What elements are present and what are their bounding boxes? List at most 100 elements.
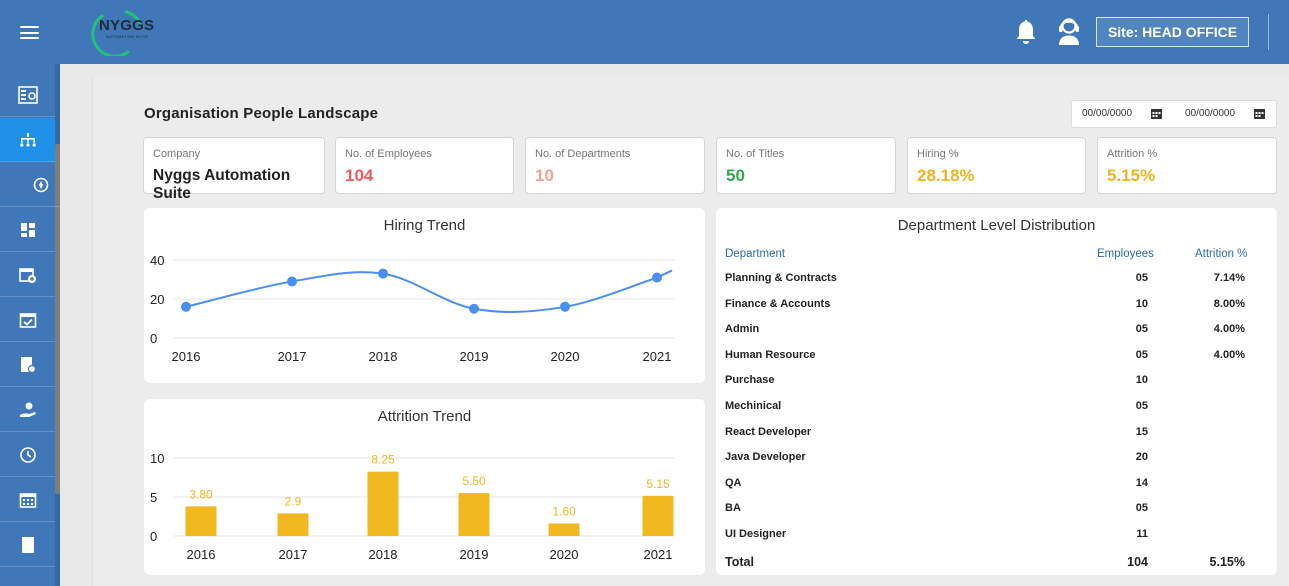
- kpi-label: No. of Departments: [535, 148, 631, 160]
- page-title: Organisation People Landscape: [144, 105, 379, 122]
- y-tick-label: 0: [150, 331, 157, 346]
- document-badge-icon: [20, 356, 36, 373]
- table-row: BA 05: [725, 502, 1255, 522]
- kpi-departments: No. of Departments 10: [525, 137, 705, 194]
- data-point: [287, 276, 297, 287]
- department-name: Admin: [725, 323, 760, 336]
- total-attrition: 5.15%: [1209, 554, 1245, 569]
- table-row: React Developer 15: [725, 426, 1255, 446]
- employee-count: 05: [1135, 400, 1148, 412]
- attrition-trend-chart: 0 5 10 2016 2017 2018 2019 2020 2021 3.80 2.9 8.25 5…: [150, 451, 674, 562]
- table-total-row: Total 104 5.15%: [725, 555, 1255, 575]
- site-selector-button[interactable]: Site: HEAD OFFICE: [1096, 17, 1249, 47]
- menu-icon[interactable]: [20, 26, 39, 39]
- x-tick-label: 2017: [279, 547, 308, 562]
- timer-icon: [19, 446, 36, 463]
- kpi-label: Attrition %: [1107, 148, 1158, 160]
- kpi-label: No. of Titles: [726, 148, 785, 160]
- sidebar-item-explore[interactable]: [0, 163, 60, 207]
- panel-title: Department Level Distribution: [897, 217, 1096, 234]
- brand-tagline: AUTOMATION SUITE: [106, 34, 149, 39]
- kpi-value: Nyggs Automation Suite: [153, 167, 291, 202]
- data-label: 8.25: [371, 453, 395, 467]
- data-point: [181, 301, 191, 312]
- attrition-percent: 4.00%: [1213, 323, 1245, 336]
- kpi-label: Hiring %: [917, 148, 959, 160]
- calendar-icon[interactable]: [1254, 109, 1265, 119]
- sidebar-item-people[interactable]: [0, 388, 55, 432]
- bell-icon[interactable]: [1014, 18, 1038, 46]
- data-point: [378, 268, 388, 279]
- kpi-company: Company Nyggs Automation Suite: [143, 137, 325, 202]
- x-tick-label: 2020: [551, 349, 580, 364]
- department-name: Finance & Accounts: [725, 297, 831, 310]
- sidebar-item-dashboard[interactable]: [0, 73, 55, 117]
- header-divider: [1268, 14, 1269, 50]
- total-employees: 104: [1127, 554, 1148, 569]
- table-row: Planning & Contracts 05 7.14%: [725, 272, 1255, 292]
- table-row: QA 14: [725, 477, 1255, 497]
- date-from-input[interactable]: 00/00/0000: [1082, 101, 1132, 127]
- department-name: Purchase: [725, 374, 775, 387]
- column-header-attrition: Attrition %: [1195, 248, 1248, 260]
- department-name: QA: [725, 476, 742, 489]
- data-point: [560, 301, 570, 312]
- sidebar-item-attendance[interactable]: [0, 298, 55, 342]
- support-agent-icon[interactable]: [1055, 16, 1083, 46]
- department-name: UI Designer: [725, 528, 787, 540]
- calendar-icon[interactable]: [1151, 109, 1162, 119]
- employee-count: 20: [1135, 451, 1148, 464]
- sidebar-item-calendar-add[interactable]: [0, 253, 55, 297]
- x-tick-label: 2018: [369, 349, 398, 364]
- x-tick-label: 2019: [460, 547, 489, 562]
- date-to-input[interactable]: 00/00/0000: [1185, 101, 1235, 127]
- employee-count: 05: [1135, 272, 1148, 284]
- sidebar: [0, 64, 60, 586]
- employee-count: 05: [1135, 348, 1148, 361]
- department-name: Planning & Contracts: [725, 272, 837, 284]
- department-name: Mechinical: [725, 400, 782, 412]
- y-tick-label: 20: [150, 292, 164, 307]
- employee-count: 15: [1135, 425, 1148, 438]
- data-point: [652, 272, 662, 283]
- sidebar-item-modules[interactable]: [0, 208, 55, 252]
- x-tick-label: 2016: [187, 547, 216, 562]
- table-row: Human Resource 05 4.00%: [725, 349, 1255, 369]
- sidebar-item-organisation[interactable]: [0, 118, 55, 162]
- attrition-percent: 8.00%: [1213, 297, 1245, 310]
- kpi-attrition: Attrition % 5.15%: [1097, 137, 1277, 194]
- dashboard-panel-icon: [17, 85, 38, 104]
- bar: [458, 493, 490, 536]
- data-label: 5.50: [462, 474, 486, 488]
- sidebar-item-documents[interactable]: [0, 343, 55, 387]
- employee-count: 05: [1135, 502, 1148, 515]
- column-header-department: Department: [725, 248, 786, 260]
- org-chart-icon: [19, 132, 36, 147]
- employee-count: 05: [1135, 323, 1148, 336]
- x-tick-label: 2020: [550, 547, 579, 562]
- y-tick-label: 40: [150, 253, 164, 268]
- bar: [642, 495, 674, 536]
- employee-count: 14: [1135, 476, 1148, 489]
- data-label: 2.9: [285, 494, 302, 508]
- attrition-trend-panel: Attrition Trend 0 5 10 2016 2017 2018 2019 2020…: [144, 399, 705, 575]
- kpi-value: 50: [726, 166, 745, 185]
- x-tick-label: 2018: [369, 547, 398, 562]
- x-tick-label: 2016: [172, 349, 201, 364]
- column-header-employees: Employees: [1097, 248, 1154, 260]
- data-label: 1.60: [552, 505, 576, 519]
- x-tick-label: 2017: [278, 349, 307, 364]
- date-range-picker[interactable]: 00/00/0000 00/00/0000: [1071, 100, 1277, 128]
- kpi-value: 10: [535, 166, 554, 185]
- kpi-employees: No. of Employees 104: [335, 137, 514, 194]
- table-row: UI Designer 11: [725, 528, 1255, 548]
- bar: [367, 471, 399, 536]
- sidebar-item-timesheet[interactable]: [0, 433, 55, 477]
- sidebar-item-reports[interactable]: [0, 523, 55, 567]
- attrition-percent: 7.14%: [1213, 272, 1245, 284]
- compass-icon: [33, 177, 49, 192]
- x-tick-label: 2021: [644, 547, 673, 562]
- x-tick-label: 2021: [643, 349, 672, 364]
- sidebar-item-schedule[interactable]: [0, 478, 55, 522]
- top-bar: NYGGS AUTOMATION SUITE Site: HEAD OFFICE: [0, 0, 1289, 64]
